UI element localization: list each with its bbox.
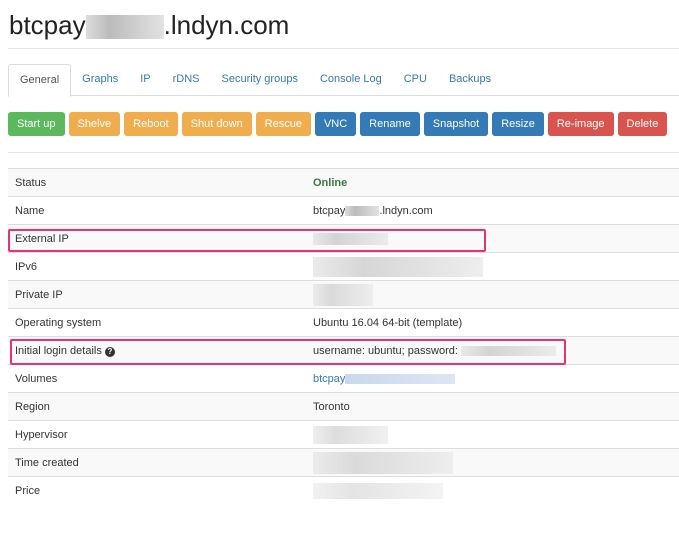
details-table: Status Online Name btcpay .lndyn.com Extern… [8, 168, 679, 504]
title-suffix: .lndyn.com [163, 10, 290, 40]
row-label: Time created [8, 448, 313, 477]
divider [8, 152, 679, 153]
delete-button[interactable]: Delete [617, 112, 668, 136]
private-ip-value [313, 280, 679, 309]
os-value: Ubuntu 16.04 64-bit (template) [313, 308, 679, 337]
tab-cpu[interactable]: CPU [393, 64, 438, 95]
table-row: Time created [8, 448, 679, 477]
tab-bar: General Graphs IP rDNS Security groups C… [8, 64, 679, 97]
tab-security-groups[interactable]: Security groups [211, 64, 309, 95]
shut-down-button[interactable]: Shut down [181, 112, 252, 136]
table-row: Operating system Ubuntu 16.04 64-bit (tem… [8, 308, 679, 337]
page-title: btcpay .lndyn.com [9, 10, 289, 41]
redacted-block [313, 451, 453, 474]
status-value: Online [313, 168, 679, 197]
row-label: Operating system [8, 308, 313, 337]
redacted-block [345, 205, 380, 216]
volumes-value[interactable]: btcpay [313, 364, 679, 393]
tab-graphs[interactable]: Graphs [71, 64, 129, 95]
row-label: Name [8, 196, 313, 225]
re-image-button[interactable]: Re-image [547, 112, 614, 136]
table-row: Name btcpay .lndyn.com [8, 196, 679, 225]
tab-console-log[interactable]: Console Log [309, 64, 393, 95]
table-row: Status Online [8, 168, 679, 197]
reboot-button[interactable]: Reboot [124, 112, 178, 136]
name-suffix: .lndyn.com [379, 204, 433, 217]
redacted-block [85, 15, 164, 40]
table-row: Price [8, 476, 679, 504]
time-created-value [313, 448, 679, 477]
ipv6-value [313, 252, 679, 281]
action-buttons: Start up Shelve Reboot Shut down Rescue … [8, 112, 668, 136]
start-up-button[interactable]: Start up [8, 112, 65, 136]
row-label: Private IP [8, 280, 313, 309]
volume-link[interactable]: btcpay [313, 373, 345, 385]
table-row: IPv6 [8, 252, 679, 281]
row-label: Hypervisor [8, 420, 313, 449]
table-row: Region Toronto [8, 392, 679, 421]
rescue-button[interactable]: Rescue [255, 112, 311, 136]
tab-backups[interactable]: Backups [438, 64, 502, 95]
hypervisor-value [313, 420, 679, 449]
redacted-block [345, 373, 456, 384]
tab-general[interactable]: General [8, 64, 72, 97]
redacted-block [313, 482, 443, 499]
row-label: Status [8, 168, 313, 197]
snapshot-button[interactable]: Snapshot [423, 112, 489, 136]
external-ip-highlight [8, 229, 486, 252]
row-label: IPv6 [8, 252, 313, 281]
table-row: Private IP [8, 280, 679, 309]
name-prefix: btcpay [313, 204, 346, 217]
table-row: Volumes btcpay [8, 364, 679, 393]
title-prefix: btcpay [9, 10, 86, 40]
redacted-block [313, 283, 373, 306]
name-value: btcpay .lndyn.com [313, 196, 679, 225]
price-value [313, 476, 679, 504]
login-details-highlight [10, 339, 566, 365]
vnc-button[interactable]: VNC [314, 112, 357, 136]
table-row: Hypervisor [8, 420, 679, 449]
resize-button[interactable]: Resize [492, 112, 544, 136]
row-label: Price [8, 476, 313, 504]
tab-rdns[interactable]: rDNS [162, 64, 211, 95]
row-label: Region [8, 392, 313, 421]
rename-button[interactable]: Rename [360, 112, 420, 136]
tab-ip[interactable]: IP [129, 64, 161, 95]
region-value: Toronto [313, 392, 679, 421]
redacted-block [313, 425, 388, 444]
row-label: Volumes [8, 364, 313, 393]
redacted-block [313, 256, 483, 277]
shelve-button[interactable]: Shelve [68, 112, 121, 136]
divider [8, 48, 679, 49]
